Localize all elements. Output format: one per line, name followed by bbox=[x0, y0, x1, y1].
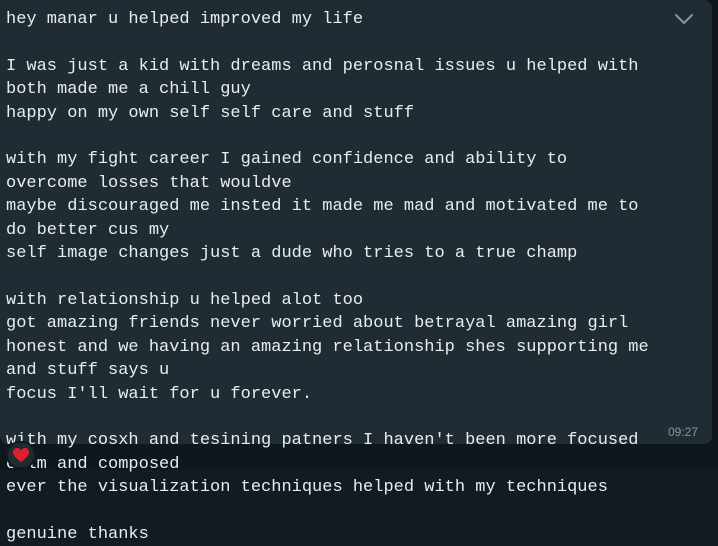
message-line: self image changes just a dude who tries… bbox=[6, 244, 578, 264]
heart-reaction-icon[interactable] bbox=[6, 441, 36, 469]
message-line: happy on my own self self care and stuff bbox=[6, 103, 415, 123]
message-line: maybe discouraged me insted it made me m… bbox=[6, 197, 649, 240]
message-line: got amazing friends never worried about … bbox=[6, 314, 629, 334]
message-line: with my cosxh and tesining patners I hav… bbox=[6, 431, 649, 474]
message-line: with relationship u helped alot too bbox=[6, 290, 364, 310]
message-line: with my fight career I gained confidence… bbox=[6, 150, 578, 193]
message-timestamp: 09:27 bbox=[667, 425, 698, 439]
message-line: honest and we having an amazing relation… bbox=[6, 337, 659, 381]
message-text: hey manar u helped improved my life I wa… bbox=[6, 8, 654, 546]
message-bubble[interactable]: hey manar u helped improved my life I wa… bbox=[0, 0, 712, 544]
message-line: ever the visualization techniques helped… bbox=[6, 478, 608, 498]
message-line: focus I'll wait for u forever. bbox=[6, 384, 313, 404]
message-line: hey manar u helped improved my life bbox=[6, 10, 364, 29]
message-line: I was just a kid with dreams and perosna… bbox=[6, 56, 649, 100]
message-line: genuine thanks bbox=[6, 524, 149, 544]
chevron-down-icon[interactable] bbox=[674, 11, 694, 27]
